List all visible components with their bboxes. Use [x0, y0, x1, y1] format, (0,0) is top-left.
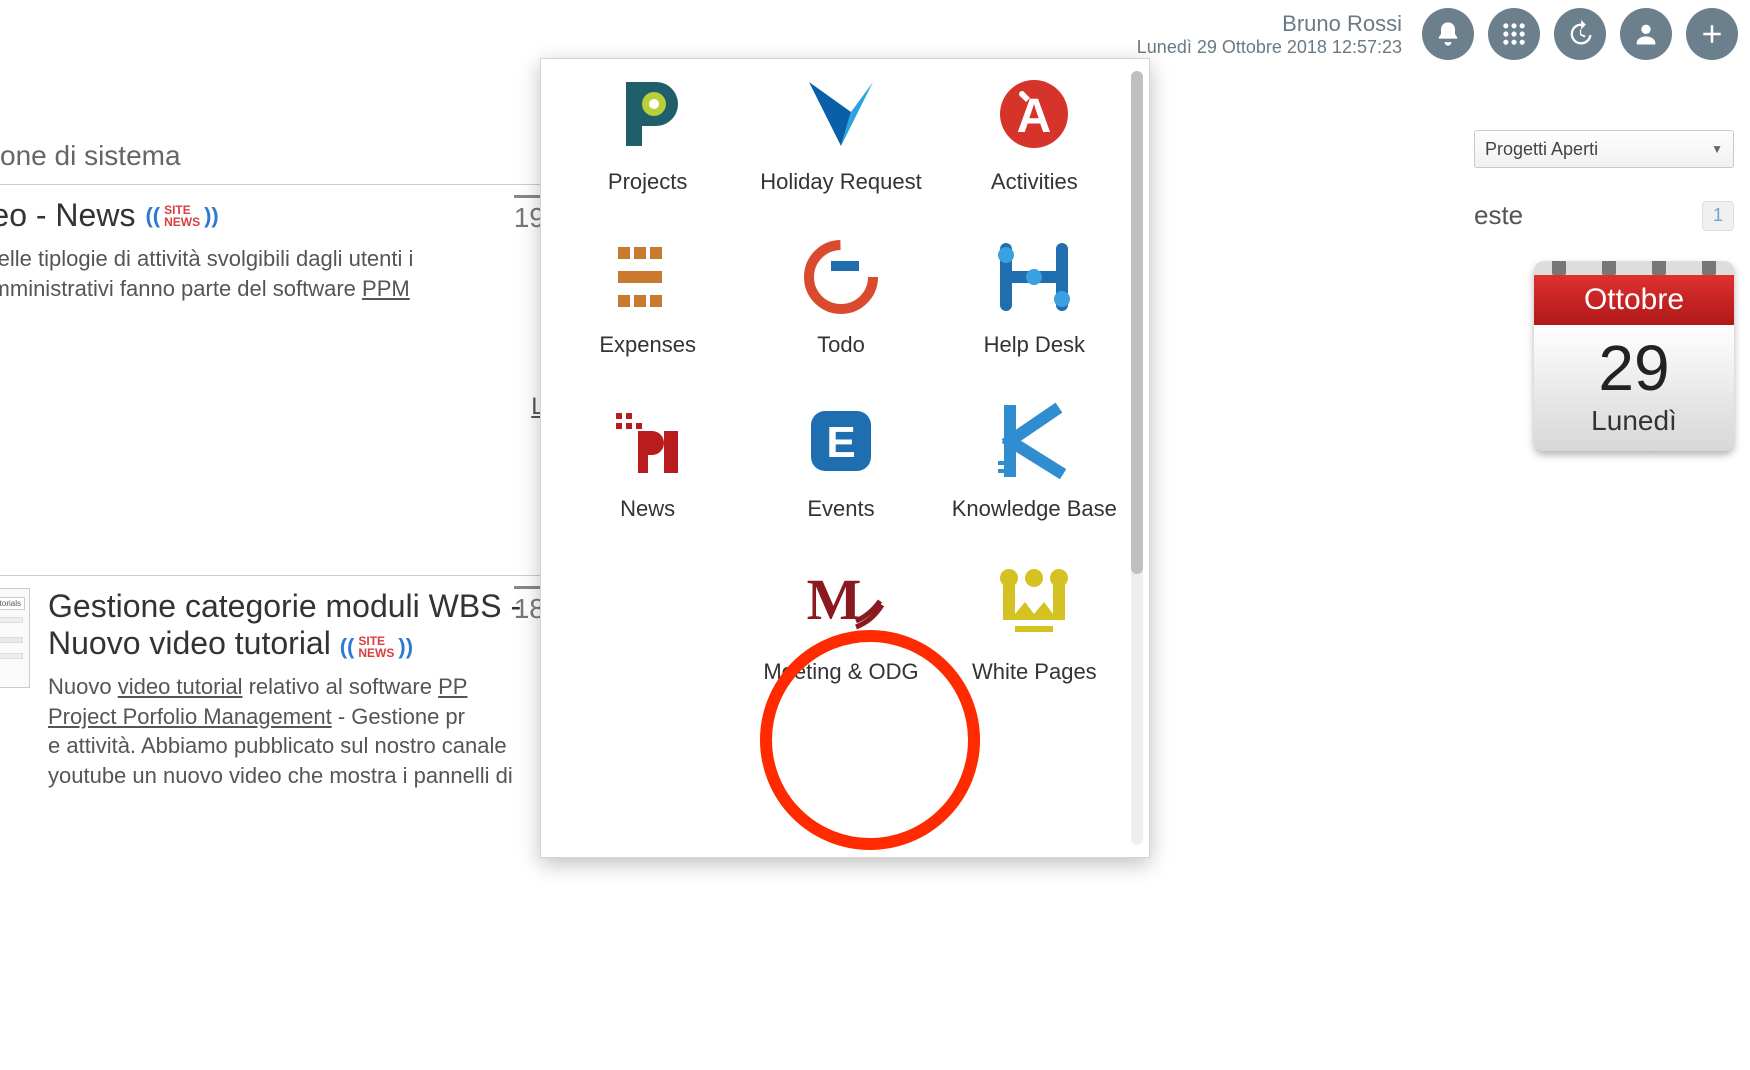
add-icon[interactable]: [1686, 8, 1738, 60]
news-icon: [603, 396, 693, 486]
app-expenses[interactable]: Expenses: [561, 232, 734, 357]
header-datetime: Lunedì 29 Ottobre 2018 12:57:23: [1137, 37, 1402, 58]
news-body: strazione delle tiplogie di attività svo…: [0, 244, 590, 333]
user-name: Bruno Rossi: [1137, 11, 1402, 37]
app-label: Help Desk: [984, 332, 1085, 357]
calendar-month: Ottobre: [1534, 275, 1734, 325]
news-thumbnail[interactable]: TeraNet Tutorials: [0, 588, 30, 688]
news-body: Nuovo video tutorial relativo al softwar…: [48, 672, 590, 791]
projects-filter-select[interactable]: Progetti Aperti ▼: [1474, 130, 1734, 168]
site-news-icon: ((SITENEWS)): [145, 203, 218, 229]
app-news[interactable]: News: [561, 396, 734, 521]
scrollbar-thumb[interactable]: [1131, 71, 1143, 574]
select-value: Progetti Aperti: [1485, 139, 1598, 160]
ppm-long-link[interactable]: Project Porfolio Management: [48, 704, 332, 729]
svg-text:A: A: [1017, 90, 1052, 143]
app-label: Knowledge Base: [952, 496, 1117, 521]
apps-grid-icon[interactable]: [1488, 8, 1540, 60]
news-title[interactable]: ovo video - News ((SITENEWS)): [0, 197, 219, 234]
user-info: Bruno Rossi Lunedì 29 Ottobre 2018 12:57…: [1137, 11, 1402, 58]
bell-icon[interactable]: [1422, 8, 1474, 60]
app-meeting-odg[interactable]: M Meeting & ODG: [754, 559, 927, 684]
white-pages-icon: [989, 559, 1079, 649]
app-label: White Pages: [972, 659, 1097, 684]
todo-icon: [796, 232, 886, 322]
news-item: TeraNet Tutorials Gestione categorie mod…: [0, 576, 590, 809]
section-title: one di sistema: [0, 140, 590, 172]
app-launcher-panel: Projects Holiday Request A Activities Ex…: [540, 58, 1150, 858]
expenses-icon: [603, 232, 693, 322]
chevron-down-icon: ▼: [1711, 142, 1723, 156]
requests-count-badge: 1: [1702, 201, 1734, 231]
history-icon[interactable]: [1554, 8, 1606, 60]
pp-link[interactable]: PP: [438, 674, 467, 699]
projects-icon: [603, 69, 693, 159]
app-label: Expenses: [599, 332, 696, 357]
app-label: News: [620, 496, 675, 521]
launcher-scrollbar[interactable]: [1131, 71, 1143, 845]
holiday-icon: [796, 69, 886, 159]
app-label: Todo: [817, 332, 865, 357]
requests-row[interactable]: este 1: [1474, 190, 1734, 241]
right-column: este 1 Ottobre 29 Lunedì: [1474, 190, 1734, 451]
app-label: Meeting & ODG: [763, 659, 918, 684]
calendar-weekday: Lunedì: [1534, 405, 1734, 451]
video-tutorial-link[interactable]: video tutorial: [118, 674, 243, 699]
news-item: ovo video - News ((SITENEWS)) 19 Ott str…: [0, 185, 590, 575]
calendar-rings-icon: [1534, 261, 1734, 275]
main-news-column: one di sistema ovo video - News ((SITENE…: [0, 140, 590, 809]
app-activities[interactable]: A Activities: [948, 69, 1121, 194]
activities-icon: A: [989, 69, 1079, 159]
app-label: Events: [807, 496, 874, 521]
news-title[interactable]: Gestione categorie moduli WBS - Nuovo vi…: [48, 588, 590, 662]
ppm-link[interactable]: PPM: [362, 276, 410, 301]
calendar-day: 29: [1534, 325, 1734, 405]
site-news-icon: ((SITENEWS)): [340, 634, 413, 660]
app-events[interactable]: E Events: [754, 396, 927, 521]
knowledge-icon: [989, 396, 1079, 486]
helpdesk-icon: [989, 232, 1079, 322]
app-label: Holiday Request: [760, 169, 921, 194]
app-label: Activities: [991, 169, 1078, 194]
app-white-pages[interactable]: White Pages: [948, 559, 1121, 684]
app-holiday-request[interactable]: Holiday Request: [754, 69, 927, 194]
app-help-desk[interactable]: Help Desk: [948, 232, 1121, 357]
meeting-icon: M: [796, 559, 886, 649]
svg-text:E: E: [826, 418, 855, 467]
calendar-widget[interactable]: Ottobre 29 Lunedì: [1534, 261, 1734, 451]
requests-label: este: [1474, 200, 1523, 231]
app-knowledge-base[interactable]: Knowledge Base: [948, 396, 1121, 521]
events-icon: E: [796, 396, 886, 486]
header-bar: Bruno Rossi Lunedì 29 Ottobre 2018 12:57…: [1137, 8, 1738, 60]
app-projects[interactable]: Projects: [561, 69, 734, 194]
read-more-link[interactable]: Leggi: [0, 393, 590, 421]
app-todo[interactable]: Todo: [754, 232, 927, 357]
profile-icon[interactable]: [1620, 8, 1672, 60]
svg-text:M: M: [807, 569, 862, 632]
app-label: Projects: [608, 169, 687, 194]
